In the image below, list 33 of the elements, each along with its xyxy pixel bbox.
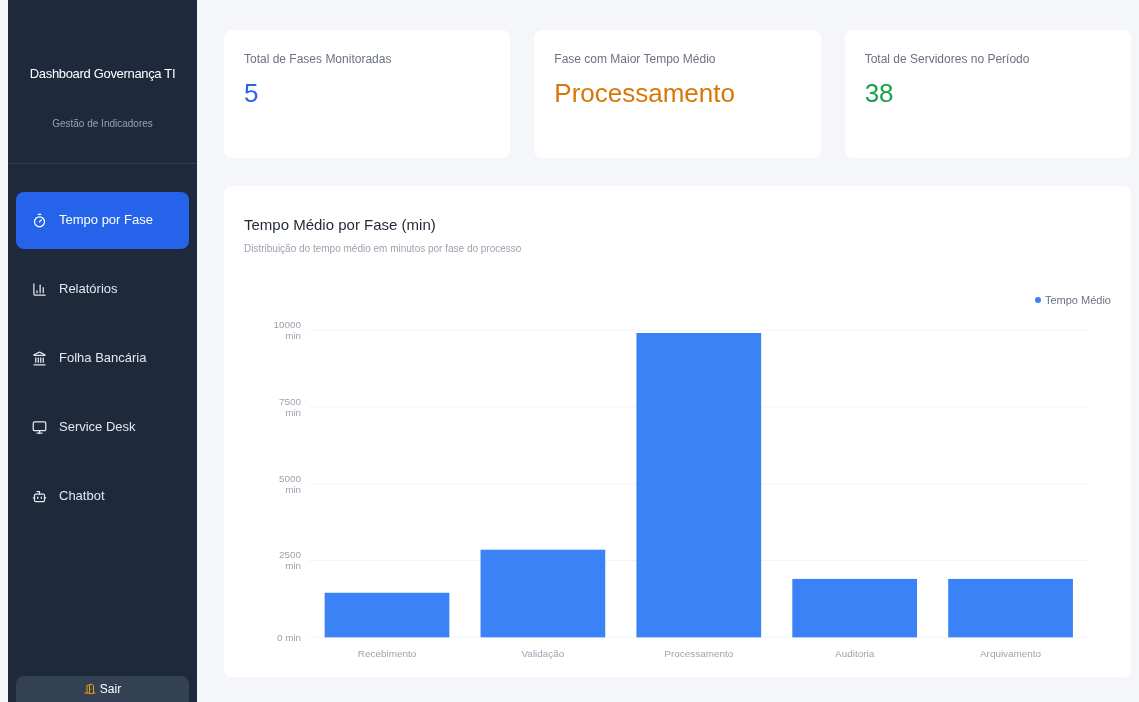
robot-icon: [32, 488, 47, 504]
chart-title: Tempo Médio por Fase (min): [244, 215, 436, 235]
nav-item[interactable]: Folha Bancária: [16, 329, 189, 387]
axis-category-label: Recebimento: [357, 648, 417, 660]
stopwatch-icon: [32, 212, 47, 228]
nav-item[interactable]: Tempo por Fase: [16, 191, 189, 249]
nav-item[interactable]: Chatbot: [16, 467, 189, 525]
app-subtitle: Gestão de Indicadores: [52, 116, 153, 131]
app-title: Dashboard Governança TI: [29, 65, 176, 83]
bar-chart-icon: [32, 281, 47, 297]
axis-tick-label: 10000 min: [273, 320, 302, 341]
axis-category-label: Processamento: [664, 648, 734, 660]
axis-tick-label: 7500 min: [279, 395, 302, 418]
monitor-icon: [32, 419, 47, 435]
chart-subtitle: Distribuição do tempo médio em minutos por fase do processo: [244, 241, 522, 256]
stat-value: 5: [244, 80, 259, 106]
axis-tick-label: 0 min: [276, 632, 302, 644]
legend-label: Tempo Médio: [1044, 292, 1111, 308]
nav-item[interactable]: Service Desk: [16, 398, 189, 456]
stat-value: Processamento: [554, 80, 735, 106]
door-icon: [83, 683, 96, 695]
bank-icon: [32, 350, 47, 366]
stat-label: Total de Servidores no Período: [864, 51, 1030, 68]
nav-item[interactable]: Relatórios: [16, 260, 189, 318]
axis-category-label: Validação: [521, 648, 565, 660]
logout-button[interactable]: Sair: [16, 676, 189, 702]
stat-label: Fase com Maior Tempo Médio: [554, 51, 716, 68]
axis-tick-label: 5000 min: [279, 472, 302, 495]
axis-category-label: Auditoria: [835, 648, 875, 660]
stat-label: Total de Fases Monitoradas: [244, 51, 392, 68]
axis-tick-label: 2500 min: [279, 549, 302, 572]
stat-value: 38: [864, 80, 894, 106]
axis-category-label: Arquivamento: [980, 648, 1042, 660]
